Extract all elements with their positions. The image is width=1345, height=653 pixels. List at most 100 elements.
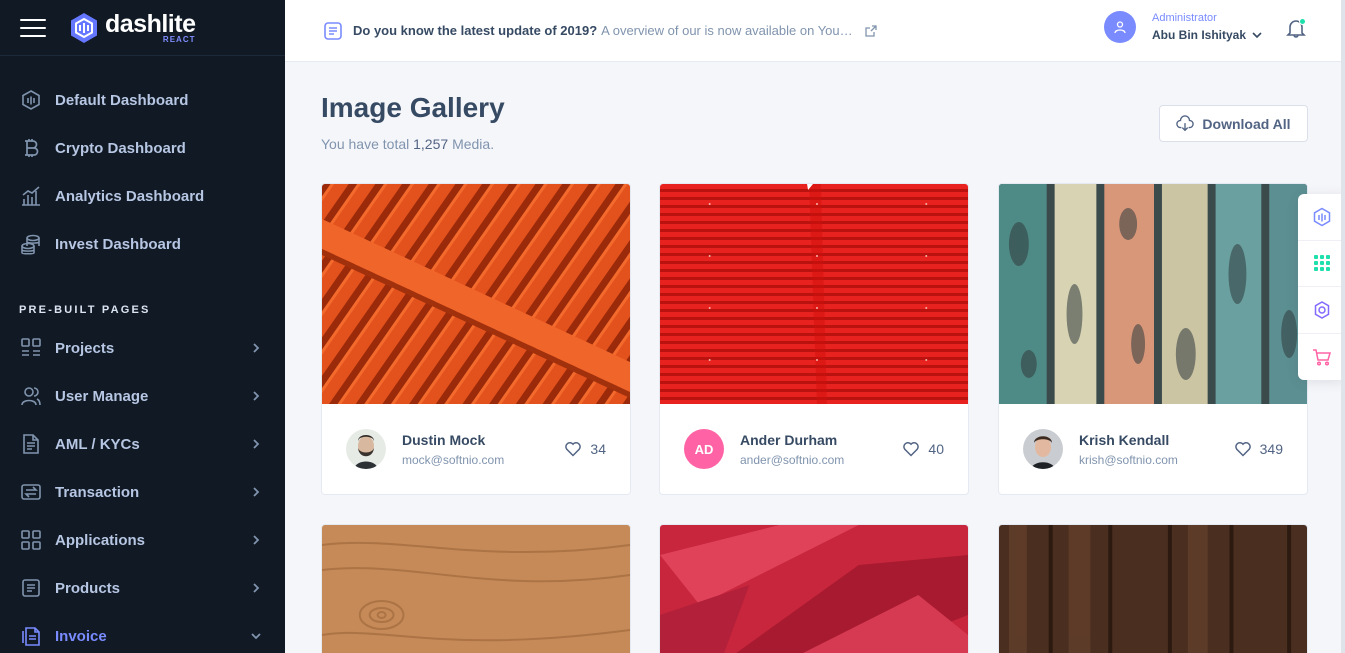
download-all-button[interactable]: Download All [1159, 105, 1308, 142]
news-text: A overview of our is now available on Yo… [601, 23, 853, 38]
exchange-icon [20, 481, 42, 503]
sidebar-item-label: Applications [55, 531, 146, 549]
download-all-label: Download All [1202, 115, 1291, 132]
gallery-image[interactable] [660, 184, 968, 404]
subtitle-prefix: You have total [321, 136, 410, 152]
card-user-name: Ander Durham [740, 431, 838, 448]
chevron-right-icon [253, 391, 260, 401]
logo-word: dashlite [105, 9, 196, 38]
gallery-card [998, 524, 1308, 653]
user-name: Abu Bin Ishityak [1152, 28, 1247, 42]
gallery-image[interactable] [999, 184, 1307, 404]
dock-item-apps[interactable] [1298, 241, 1345, 287]
sidebar-item-aml-kycs[interactable]: AML / KYCs [0, 420, 285, 468]
gallery-image[interactable] [660, 525, 968, 653]
coins-icon [20, 233, 42, 255]
chevron-right-icon [253, 343, 260, 353]
notification-dot [1299, 18, 1306, 25]
sidebar-item-analytics-dashboard[interactable]: Analytics Dashboard [0, 172, 285, 220]
cart-icon [1312, 349, 1331, 366]
gallery-image[interactable] [322, 184, 630, 404]
bitcoin-icon [20, 137, 42, 159]
dashlite-icon [20, 89, 42, 111]
heart-icon [903, 442, 920, 457]
avatar [346, 429, 386, 469]
notification-bell-icon[interactable] [1285, 17, 1307, 39]
sidebar-item-label: AML / KYCs [55, 435, 140, 453]
dock-item-demo[interactable] [1298, 194, 1345, 241]
scrollbar[interactable] [1341, 0, 1345, 653]
heart-icon [565, 442, 582, 457]
sidebar-item-invest-dashboard[interactable]: Invest Dashboard [0, 220, 285, 268]
news-banner[interactable]: Do you know the latest update of 2019? A… [323, 21, 877, 41]
sidebar-item-label: Transaction [55, 483, 140, 501]
heart-icon [1234, 442, 1251, 457]
sidebar-item-label: Invoice [55, 627, 107, 645]
avatar: AD [684, 429, 724, 469]
subtitle-suffix: Media. [452, 136, 495, 152]
sidebar-item-projects[interactable]: Projects [0, 324, 285, 372]
sidebar-item-products[interactable]: Products [0, 564, 285, 612]
sidebar-item-crypto-dashboard[interactable]: Crypto Dashboard [0, 124, 285, 172]
card-user-name: Krish Kendall [1079, 431, 1170, 448]
gallery-card: AD Ander Durham ander@softnio.com 40 [659, 183, 969, 495]
sidebar: dashlite REACT Default Dashboard Crypto … [0, 0, 285, 653]
card-user-name: Dustin Mock [402, 431, 486, 448]
like-count: 34 [590, 441, 606, 457]
sidebar-header: dashlite REACT [0, 0, 285, 56]
gallery-card [321, 524, 631, 653]
top-header: Do you know the latest update of 2019? A… [285, 0, 1345, 62]
gallery-image[interactable] [322, 525, 630, 653]
media-count: 1,257 [413, 136, 449, 152]
external-link-icon[interactable] [865, 24, 877, 37]
sidebar-item-label: Analytics Dashboard [55, 187, 205, 205]
sidebar-item-invoice[interactable]: Invoice [0, 612, 285, 653]
logo-mark-icon [71, 12, 97, 43]
sidebar-item-label: Crypto Dashboard [55, 139, 186, 157]
user-icon [1114, 21, 1126, 34]
user-dropdown[interactable]: Administrator Abu Bin Ishityak [1104, 11, 1262, 43]
like-button[interactable]: 349 [1234, 440, 1283, 458]
sidebar-item-transaction[interactable]: Transaction [0, 468, 285, 516]
page-subtitle: You have total 1,257 Media. [321, 136, 494, 152]
apps-grid-icon [1313, 255, 1330, 272]
sidebar-item-label: Projects [55, 339, 115, 357]
grid-list-icon [20, 337, 42, 359]
list-box-icon [20, 577, 42, 599]
settings-icon [1314, 300, 1329, 319]
user-avatar [1104, 11, 1136, 43]
floating-dock [1298, 194, 1345, 380]
like-button[interactable]: 34 [564, 440, 606, 458]
chevron-right-icon [253, 535, 260, 545]
chevron-right-icon [253, 583, 260, 593]
user-role: Administrator [1152, 12, 1217, 24]
gallery-image[interactable] [999, 525, 1307, 653]
chevron-down-icon [251, 633, 261, 640]
logo-sub: REACT [162, 34, 196, 44]
sidebar-section-heading: PRE-BUILT PAGES [19, 304, 151, 316]
cloud-download-icon [1176, 114, 1195, 131]
sidebar-item-label: Invest Dashboard [55, 235, 181, 253]
users-icon [20, 385, 42, 407]
bar-chart-icon [20, 185, 42, 207]
invoice-icon [20, 625, 42, 647]
page-title: Image Gallery [321, 92, 505, 123]
sidebar-item-applications[interactable]: Applications [0, 516, 285, 564]
card-user-email: krish@softnio.com [1079, 452, 1178, 467]
sidebar-item-default-dashboard[interactable]: Default Dashboard [0, 76, 285, 124]
menu-toggle-icon[interactable] [20, 18, 46, 37]
apps-icon [20, 529, 42, 551]
avatar [1023, 429, 1063, 469]
gallery-card: Dustin Mock mock@softnio.com 34 [321, 183, 631, 495]
dock-item-settings[interactable] [1298, 287, 1345, 334]
dashlite-icon [1313, 207, 1330, 227]
card-user-email: ander@softnio.com [740, 452, 845, 467]
sidebar-item-label: Products [55, 579, 121, 597]
like-button[interactable]: 40 [902, 440, 944, 458]
like-count: 349 [1259, 441, 1283, 457]
news-title: Do you know the latest update of 2019? [353, 23, 598, 38]
sidebar-item-user-manage[interactable]: User Manage [0, 372, 285, 420]
dock-item-cart[interactable] [1298, 334, 1345, 381]
logo[interactable]: dashlite REACT [69, 9, 196, 44]
gallery-card [659, 524, 969, 653]
